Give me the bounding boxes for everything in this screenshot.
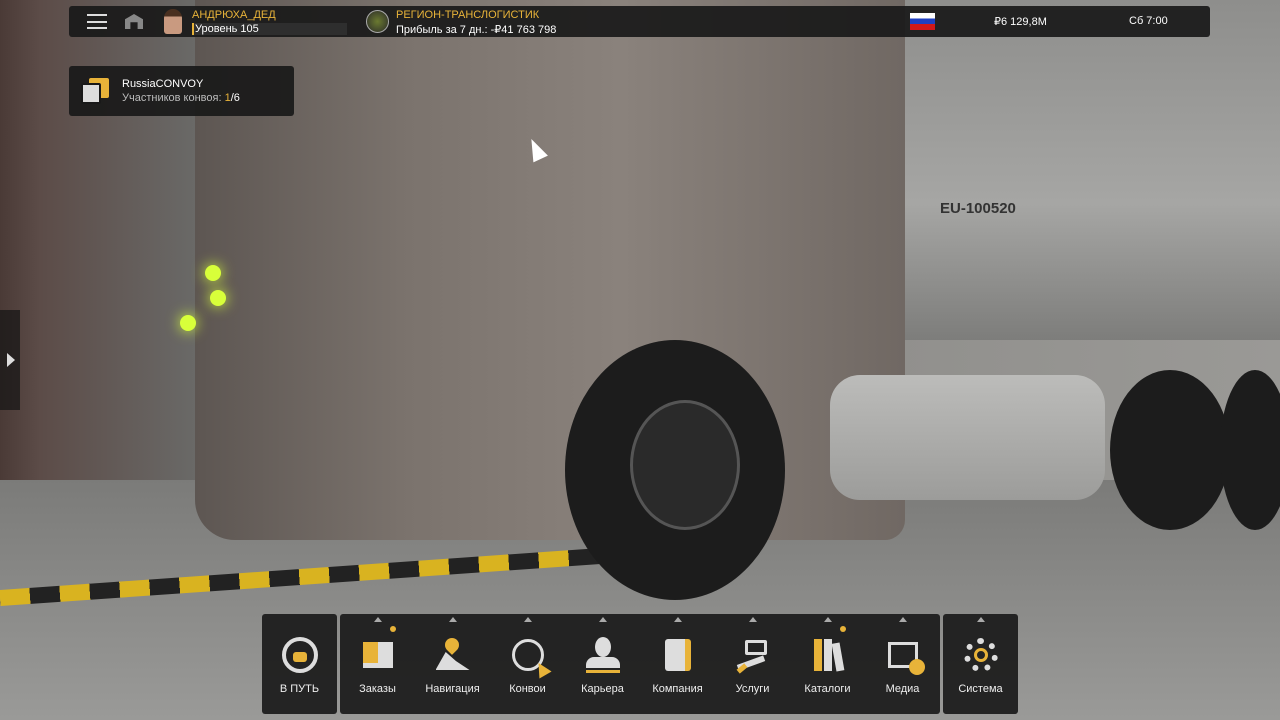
convoy-name: RussiaCONVOY [122, 78, 204, 90]
expand-arrow-icon [673, 617, 682, 622]
binders-icon [808, 636, 848, 674]
gear-icon [961, 636, 1001, 674]
expand-arrow-icon [448, 617, 457, 622]
globe-cursor-icon [508, 636, 552, 679]
expand-arrow-icon [523, 617, 532, 622]
cargo-pallet-icon [358, 636, 398, 674]
menu-label: Компания [652, 683, 703, 695]
drive-button[interactable]: В ПУТЬ [262, 614, 337, 714]
player-level: Уровень 105 [192, 23, 347, 35]
expand-arrow-icon [823, 617, 832, 622]
menu-label: Конвои [509, 683, 546, 695]
notification-dot [840, 626, 846, 632]
hamburger-menu-icon[interactable] [87, 14, 107, 29]
hand-card-icon [733, 636, 773, 674]
top-bar: АНДРЮХА_ДЕД Уровень 105 РЕГИОН-ТРАНСЛОГИ… [69, 6, 1210, 37]
money-balance: ₽6 129,8M [994, 16, 1047, 28]
notification-dot [390, 626, 396, 632]
side-expand-arrow[interactable] [0, 310, 20, 410]
drive-label: В ПУТЬ [279, 683, 320, 695]
fog-light [180, 315, 196, 331]
expand-arrow-icon [598, 617, 607, 622]
menu-item-media[interactable]: Медиа [865, 614, 940, 714]
menu-label: Навигация [425, 683, 480, 695]
main-menu-panel: Заказы Навигация Конвои Карьера Компания… [340, 614, 940, 714]
menu-item-system[interactable]: Система [943, 614, 1018, 714]
menu-item-convoys[interactable]: Конвои [490, 614, 565, 714]
expand-arrow-icon [976, 617, 985, 622]
fog-light [210, 290, 226, 306]
convoy-members-total: /6 [230, 92, 240, 104]
company-name[interactable]: РЕГИОН-ТРАНСЛОГИСТИК [396, 9, 539, 21]
player-name[interactable]: АНДРЮХА_ДЕД [192, 9, 276, 21]
menu-item-orders[interactable]: Заказы [340, 614, 415, 714]
expand-arrow-icon [748, 617, 757, 622]
expand-arrow-icon [373, 617, 382, 622]
russia-flag-icon [910, 13, 935, 30]
menu-item-navigation[interactable]: Навигация [415, 614, 490, 714]
person-icon [583, 636, 623, 674]
system-menu-panel: Система [943, 614, 1018, 714]
menu-label: Система [958, 683, 1003, 695]
rear-wheel [1110, 370, 1230, 530]
company-logo-icon[interactable] [366, 10, 389, 33]
truck-cab [195, 0, 905, 540]
convoy-panel[interactable]: RussiaCONVOY Участников конвоя: 1/6 [69, 66, 294, 116]
menu-item-career[interactable]: Карьера [565, 614, 640, 714]
fog-light [205, 265, 221, 281]
menu-label: Медиа [885, 683, 920, 695]
menu-item-company[interactable]: Компания [640, 614, 715, 714]
wheel-hub [630, 400, 740, 530]
trailer-plate: EU-100520 [940, 200, 1016, 217]
menu-label: Каталоги [804, 683, 851, 695]
garage-home-icon[interactable] [125, 14, 143, 29]
game-time: Сб 7:00 [1129, 15, 1168, 27]
menu-label: Услуги [735, 683, 770, 695]
expand-arrow-icon [898, 617, 907, 622]
fuel-tank [830, 375, 1105, 500]
menu-item-services[interactable]: Услуги [715, 614, 790, 714]
menu-item-catalogs[interactable]: Каталоги [790, 614, 865, 714]
menu-label: Карьера [581, 683, 624, 695]
steering-wheel-icon [280, 636, 320, 674]
menu-label: Заказы [359, 683, 396, 695]
trailer [880, 0, 1280, 340]
player-avatar[interactable] [164, 9, 182, 34]
convoy-trucks-icon [81, 78, 111, 104]
drive-menu-panel: В ПУТЬ [262, 614, 337, 714]
convoy-members: Участников конвоя: 1/6 [122, 92, 240, 104]
convoy-members-label: Участников конвоя: [122, 92, 225, 104]
media-play-icon [883, 636, 925, 675]
company-profit: Прибыль за 7 дн.: -₽41 763 798 [396, 24, 557, 36]
map-pin-icon [433, 635, 473, 674]
truck-company-icon [658, 636, 698, 674]
